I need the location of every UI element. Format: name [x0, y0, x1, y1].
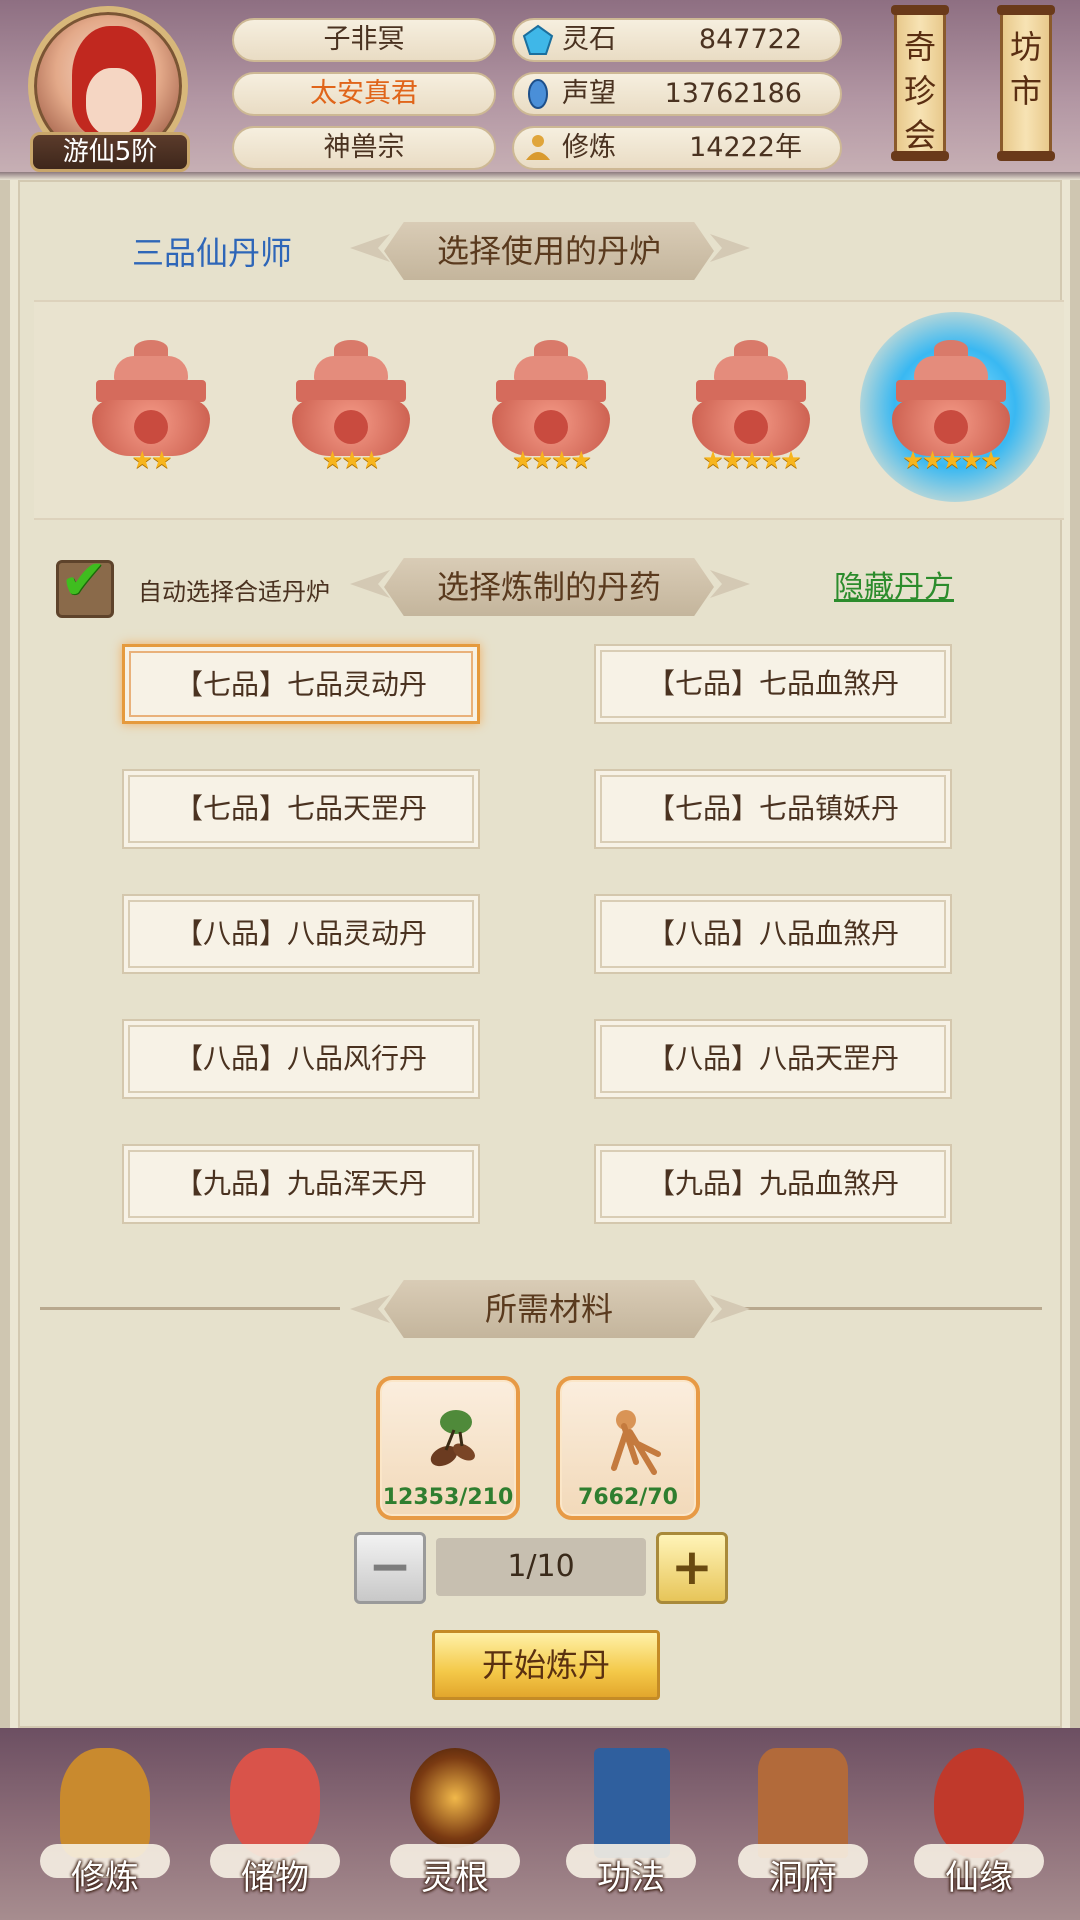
pill-option[interactable]: 【七品】七品天罡丹	[122, 769, 480, 849]
quantity-field[interactable]: 1/10	[436, 1538, 646, 1596]
nav-technique[interactable]: 功法	[556, 1734, 706, 1914]
gourd-icon	[934, 1748, 1024, 1858]
nav-fate[interactable]: 仙缘	[904, 1734, 1054, 1914]
furnace-option[interactable]: ★★★	[286, 340, 416, 480]
divider-right	[732, 1307, 1042, 1310]
nav-spirit-root[interactable]: 灵根	[380, 1734, 530, 1914]
pill-option[interactable]: 【七品】七品灵动丹	[122, 644, 480, 724]
rank-badge: 游仙5阶	[30, 132, 190, 172]
nav-label: 功法	[597, 1858, 665, 1898]
resource-value: 13762186	[664, 78, 802, 109]
nav-label: 洞府	[769, 1858, 837, 1898]
market-button[interactable]: 坊市	[997, 5, 1055, 161]
meditation-icon	[526, 135, 550, 160]
player-title: 太安真君	[232, 72, 496, 116]
resource-spirit-stone: 灵石 847722	[512, 18, 842, 62]
nav-cultivate[interactable]: 修炼	[30, 1734, 180, 1914]
player-sect: 神兽宗	[232, 126, 496, 170]
cave-abode-icon	[758, 1748, 848, 1858]
pill-section-title: 选择炼制的丹药	[384, 558, 714, 616]
pill-option[interactable]: 【九品】九品血煞丹	[594, 1144, 952, 1224]
pill-option[interactable]: 【九品】九品浑天丹	[122, 1144, 480, 1224]
treasure-auction-button[interactable]: 奇珍会	[891, 5, 949, 161]
pill-option[interactable]: 【七品】七品镇妖丹	[594, 769, 952, 849]
alchemist-rank: 三品仙丹师	[132, 234, 293, 272]
bottom-navigation: 修炼 储物 灵根 功法 洞府 仙缘	[0, 1728, 1080, 1920]
nav-label: 灵根	[421, 1858, 489, 1898]
pill-option[interactable]: 【八品】八品天罡丹	[594, 1019, 952, 1099]
banner-wing-left	[350, 234, 390, 262]
furnace-option[interactable]: ★★★★★	[686, 340, 816, 480]
furnace-stars: ★★★	[321, 446, 383, 474]
resource-name: 灵石	[562, 24, 616, 55]
spirit-stone-icon	[522, 24, 554, 55]
checkmark-icon: ✔	[60, 548, 107, 613]
banner-wing-right	[710, 1295, 750, 1323]
furnace-option[interactable]: ★★	[86, 340, 216, 480]
furnace-section-title: 选择使用的丹炉	[384, 222, 714, 280]
hide-recipe-link[interactable]: 隐藏丹方	[834, 562, 954, 606]
material-count: 12353/210	[382, 1485, 514, 1510]
herb-root-icon	[430, 1410, 475, 1467]
pill-option[interactable]: 【八品】八品血煞丹	[594, 894, 952, 974]
furnace-stars: ★★★★★	[702, 446, 802, 474]
furnace-list: ★★ ★★★ ★★★★ ★★★★★ ★★★★★	[34, 300, 1064, 520]
resource-value: 14222年	[689, 132, 802, 163]
cultivate-icon	[60, 1748, 150, 1858]
furnace-stars: ★★	[131, 446, 172, 474]
banner-wing-right	[710, 234, 750, 262]
decrease-quantity-button[interactable]: −	[354, 1532, 426, 1604]
pill-option[interactable]: 【八品】八品灵动丹	[122, 894, 480, 974]
avatar-face	[86, 68, 142, 136]
spirit-root-icon	[410, 1748, 500, 1848]
nav-label: 储物	[241, 1858, 309, 1898]
player-name: 子非冥	[232, 18, 496, 62]
banner-wing-left	[350, 570, 390, 598]
nav-label: 修炼	[71, 1858, 139, 1898]
furnace-stars: ★★★★	[511, 446, 592, 474]
reputation-icon	[528, 79, 548, 109]
resource-reputation: 声望 13762186	[512, 72, 842, 116]
storage-bag-icon	[230, 1748, 320, 1858]
divider-left	[40, 1307, 340, 1310]
materials-section-title: 所需材料	[384, 1280, 714, 1338]
technique-book-icon	[594, 1748, 670, 1858]
nav-label: 仙缘	[945, 1858, 1013, 1898]
material-count: 7662/70	[578, 1485, 678, 1510]
furnace-stars: ★★★★★	[902, 446, 1002, 474]
banner-wing-right	[710, 570, 750, 598]
top-status-bar: 游仙5阶 子非冥 太安真君 神兽宗 灵石 847722 声望 13762186 …	[0, 0, 1080, 180]
material-slot[interactable]: 7662/70	[556, 1376, 700, 1520]
pill-option[interactable]: 【七品】七品血煞丹	[594, 644, 952, 724]
nav-cave-abode[interactable]: 洞府	[728, 1734, 878, 1914]
material-slot[interactable]: 12353/210	[376, 1376, 520, 1520]
resource-name: 修炼	[562, 132, 616, 163]
resource-value: 847722	[698, 24, 802, 55]
alchemy-panel: 三品仙丹师 选择使用的丹炉 ★★ ★★★ ★★★★ ★★★★★ ★★★★★ ✔ …	[0, 180, 1080, 1728]
furnace-option[interactable]: ★★★★	[486, 340, 616, 480]
auto-select-label: 自动选择合适丹炉	[138, 578, 330, 606]
panel-inner: 三品仙丹师 选择使用的丹炉 ★★ ★★★ ★★★★ ★★★★★ ★★★★★ ✔ …	[18, 180, 1064, 1728]
resource-name: 声望	[562, 78, 616, 109]
furnace-option-selected[interactable]: ★★★★★	[886, 340, 1016, 480]
pill-option[interactable]: 【八品】八品风行丹	[122, 1019, 480, 1099]
resource-cultivation: 修炼 14222年	[512, 126, 842, 170]
increase-quantity-button[interactable]: +	[656, 1532, 728, 1604]
nav-storage[interactable]: 储物	[200, 1734, 350, 1914]
start-alchemy-button[interactable]: 开始炼丹	[432, 1630, 660, 1700]
ginseng-icon	[611, 1410, 661, 1475]
